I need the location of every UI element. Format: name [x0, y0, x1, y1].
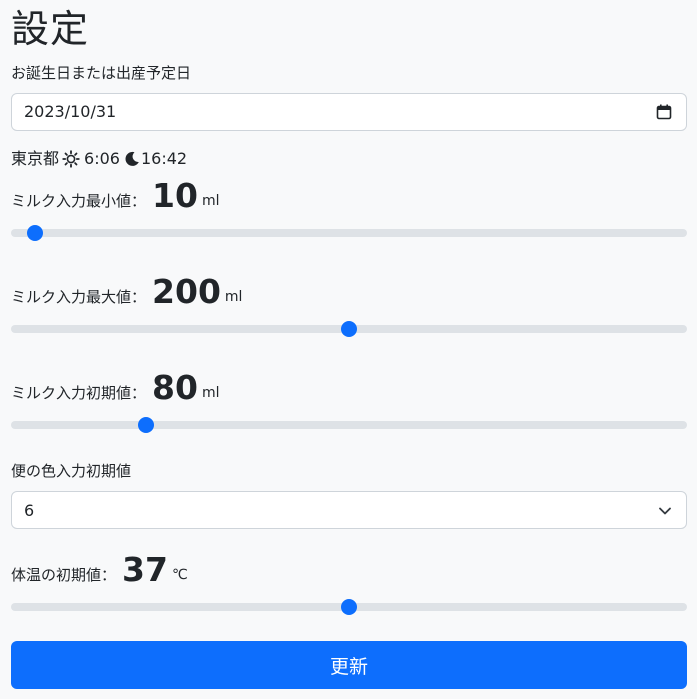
milk-max-label: ミルク入力最大値： 200 ml [11, 272, 243, 311]
location-label: 東京都 [11, 149, 60, 168]
milk-init-value: 80 [152, 368, 198, 407]
milk-min-thumb[interactable] [26, 225, 43, 241]
sunset-time: 16:42 [140, 149, 188, 168]
sunrise-time: 6:06 [84, 149, 120, 168]
sun-icon [62, 150, 80, 168]
calendar-icon[interactable] [656, 104, 672, 120]
birthdate-value: 2023/10/31 [24, 102, 117, 121]
update-button[interactable]: 更新 [11, 641, 687, 689]
milk-max-value: 200 [152, 272, 221, 311]
temp-slider[interactable] [11, 599, 687, 615]
temp-value: 37 [122, 550, 168, 589]
temp-label: 体温の初期値： 37 ℃ [11, 550, 188, 589]
milk-init-slider[interactable] [11, 417, 687, 433]
stool-color-label: 便の色入力初期値 [11, 462, 132, 480]
milk-min-slider[interactable] [11, 225, 687, 241]
milk-min-label: ミルク入力最小値： 10 ml [11, 176, 220, 215]
stool-color-value: 6 [24, 501, 35, 520]
birthdate-input[interactable]: 2023/10/31 [11, 93, 687, 131]
temp-thumb[interactable] [341, 599, 357, 615]
milk-max-unit: ml [224, 289, 243, 305]
milk-min-unit: ml [201, 193, 220, 209]
milk-max-thumb[interactable] [341, 321, 357, 337]
milk-max-slider[interactable] [11, 321, 687, 337]
temp-unit: ℃ [171, 567, 188, 583]
page-title: 設定 [11, 7, 90, 51]
stool-color-select[interactable]: 6 [11, 491, 687, 529]
milk-init-unit: ml [201, 385, 220, 401]
milk-min-value: 10 [152, 176, 198, 215]
moon-icon [125, 151, 139, 166]
milk-init-label: ミルク入力初期値： 80 ml [11, 368, 220, 407]
milk-init-thumb[interactable] [138, 417, 155, 433]
birthdate-label: お誕生日または出産予定日 [11, 64, 192, 82]
chevron-down-icon [659, 507, 671, 515]
sun-times: 東京都 6:06 16:42 [11, 149, 187, 169]
